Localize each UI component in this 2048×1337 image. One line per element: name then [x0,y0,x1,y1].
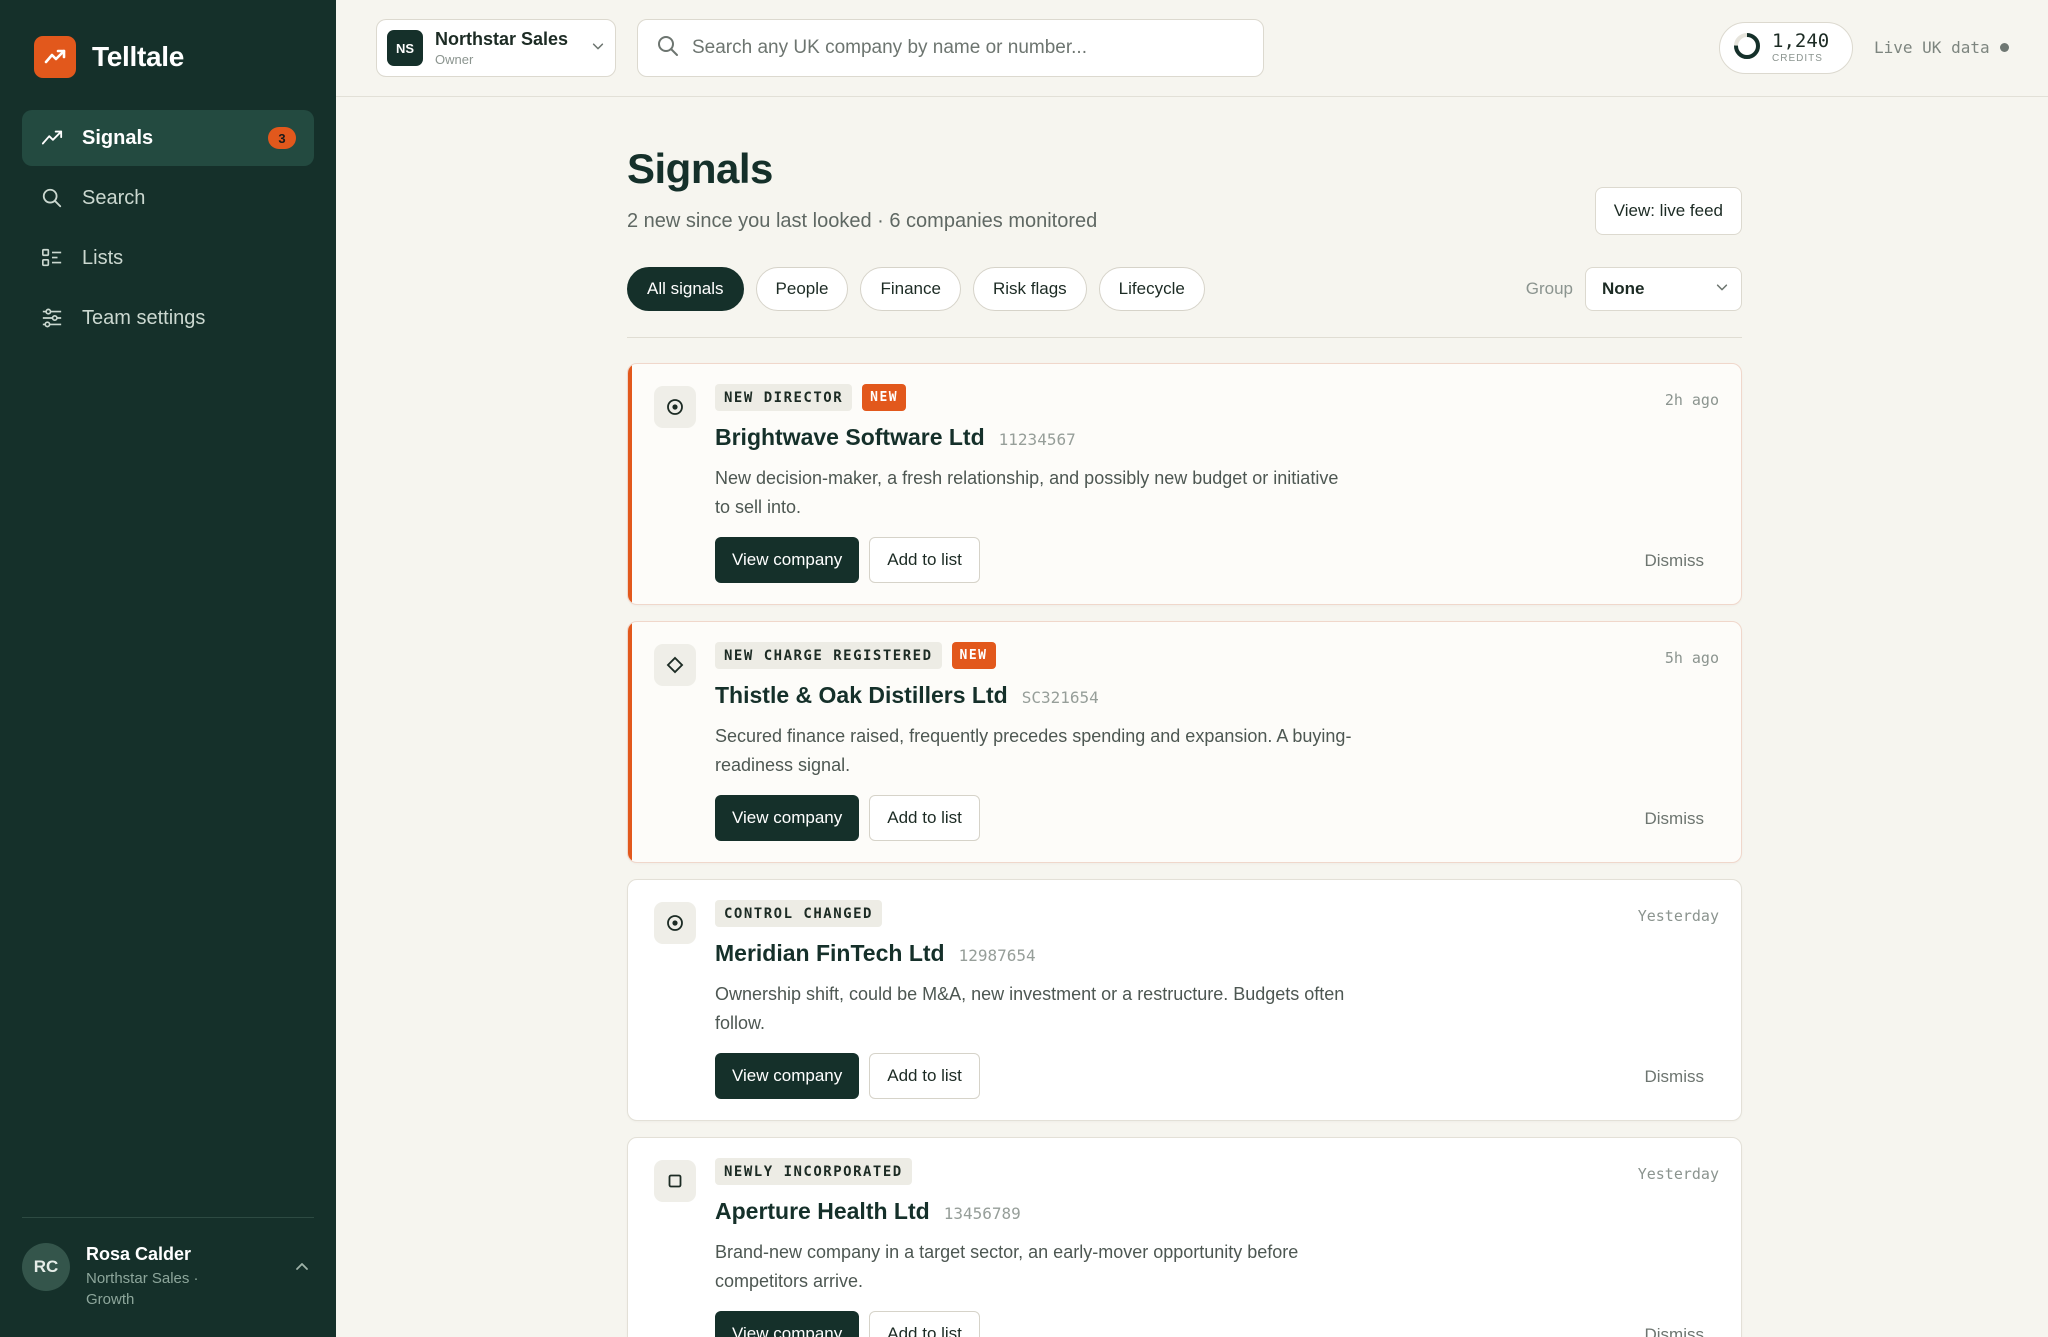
org-role: Owner [435,52,474,67]
signal-card: NEW CHARGE REGISTERED NEW 5h ago Thistle… [627,621,1742,863]
company-number: 13456789 [943,1204,1021,1223]
filter-all-signals[interactable]: All signals [627,267,744,311]
list-icon [40,246,64,270]
signal-card: CONTROL CHANGED Yesterday Meridian FinTe… [627,879,1742,1121]
avatar: RC [22,1243,70,1291]
sidebar-item-search[interactable]: Search [22,170,314,226]
trend-icon [40,126,64,150]
brand-name: Telltale [92,41,185,72]
page-subtitle: 2 new since you last looked · 6 companie… [627,210,1098,232]
signal-type-tag: NEWLY INCORPORATED [715,1158,912,1185]
signal-description: New decision-maker, a fresh relationship… [715,468,1339,517]
signal-card: NEW DIRECTOR NEW 2h ago Brightwave Softw… [627,363,1742,605]
company-search [637,19,1264,77]
new-badge: NEW [862,384,907,411]
sidebar-item-label: Signals [82,126,154,149]
view-company-button[interactable]: View company [715,1053,860,1099]
chevron-down-icon [1715,279,1729,299]
sidebar-item-label: Lists [82,246,124,269]
signal-type-tag: NEW CHARGE REGISTERED [715,642,942,669]
filter-finance[interactable]: Finance [860,267,961,311]
sidebar-divider [22,1217,314,1218]
new-badge: NEW [951,642,996,669]
signal-type-tag: NEW DIRECTOR [715,384,853,411]
sliders-icon [40,306,64,330]
credits-ring-icon [1732,31,1762,66]
group-control: Group None [1526,267,1742,311]
filter-people[interactable]: People [755,267,849,311]
group-select-value: None [1602,279,1645,298]
company-number: 12987654 [958,946,1036,965]
view-company-button[interactable]: View company [715,795,860,841]
signal-filters: All signals People Finance Risk flags Li… [627,267,1205,311]
brand-logo-icon [34,36,76,78]
user-menu[interactable]: RC Rosa Calder Northstar Sales · Growth [22,1243,314,1310]
org-switcher[interactable]: NS Northstar Sales Owner [376,19,616,77]
top-bar: NS Northstar Sales Owner 1,240 CREDITS L… [336,0,2048,97]
user-org: Northstar Sales · Growth [86,1270,199,1308]
signal-card: NEWLY INCORPORATED Yesterday Aperture He… [627,1137,1742,1337]
signal-time: Yesterday [1637,1165,1719,1183]
signal-description: Brand-new company in a target sector, an… [715,1242,1299,1291]
group-select[interactable]: None [1585,267,1742,311]
org-avatar: NS [387,30,423,66]
signal-description: Secured finance raised, frequently prece… [715,726,1352,775]
view-mode-button[interactable]: View: live feed [1594,187,1742,235]
chevron-down-icon [591,39,605,58]
target-icon [654,386,696,428]
sidebar-item-label: Team settings [82,306,206,329]
signal-time: Yesterday [1637,907,1719,925]
filter-lifecycle[interactable]: Lifecycle [1098,267,1205,311]
org-name: Northstar Sales [435,29,569,49]
view-company-button[interactable]: View company [715,1311,860,1337]
target-icon [654,902,696,944]
filter-risk-flags[interactable]: Risk flags [972,267,1087,311]
dismiss-button[interactable]: Dismiss [1645,551,1705,571]
signal-list: NEW DIRECTOR NEW 2h ago Brightwave Softw… [627,363,1742,1337]
company-name[interactable]: Aperture Health Ltd [715,1198,930,1225]
dismiss-button[interactable]: Dismiss [1645,1067,1705,1087]
live-status: Live UK data [1874,38,2009,57]
signal-description: Ownership shift, could be M&A, new inves… [715,984,1345,1033]
square-icon [654,1160,696,1202]
diamond-icon [654,644,696,686]
signal-type-tag: CONTROL CHANGED [715,900,882,927]
company-name[interactable]: Meridian FinTech Ltd [715,940,945,967]
credits-value: 1,240 [1772,30,1830,52]
credits-indicator[interactable]: 1,240 CREDITS [1719,22,1853,74]
add-to-list-button[interactable]: Add to list [869,1311,980,1337]
add-to-list-button[interactable]: Add to list [869,795,980,841]
sidebar-item-signals[interactable]: Signals 3 [22,110,314,166]
add-to-list-button[interactable]: Add to list [869,1053,980,1099]
status-dot-icon [1999,43,2009,52]
dismiss-button[interactable]: Dismiss [1645,1325,1705,1337]
user-name: Rosa Calder [86,1244,192,1264]
sidebar-item-team-settings[interactable]: Team settings [22,290,314,346]
company-name[interactable]: Brightwave Software Ltd [715,424,985,451]
company-number: 11234567 [998,430,1076,449]
live-status-label: Live UK data [1874,38,1990,57]
company-number: SC321654 [1021,688,1099,707]
divider [627,337,1742,338]
view-company-button[interactable]: View company [715,537,860,583]
credits-label: CREDITS [1772,53,1823,64]
chevron-up-icon[interactable] [290,1255,314,1279]
brand[interactable]: Telltale [34,36,184,78]
company-name[interactable]: Thistle & Oak Distillers Ltd [715,682,1008,709]
signal-time: 2h ago [1664,391,1719,409]
page-title: Signals [627,145,773,192]
sidebar-item-label: Search [82,186,146,209]
group-label: Group [1525,279,1573,298]
search-input[interactable] [692,37,1245,59]
signal-time: 5h ago [1664,649,1719,667]
signals-count-badge: 3 [268,127,296,149]
sidebar-nav: Signals 3 Search Lists Team settings [22,110,314,350]
sidebar: Telltale Signals 3 Search Lists Team set… [0,0,336,1337]
dismiss-button[interactable]: Dismiss [1645,809,1705,829]
sidebar-item-lists[interactable]: Lists [22,230,314,286]
search-icon [40,186,64,210]
search-icon [656,34,680,63]
add-to-list-button[interactable]: Add to list [869,537,980,583]
